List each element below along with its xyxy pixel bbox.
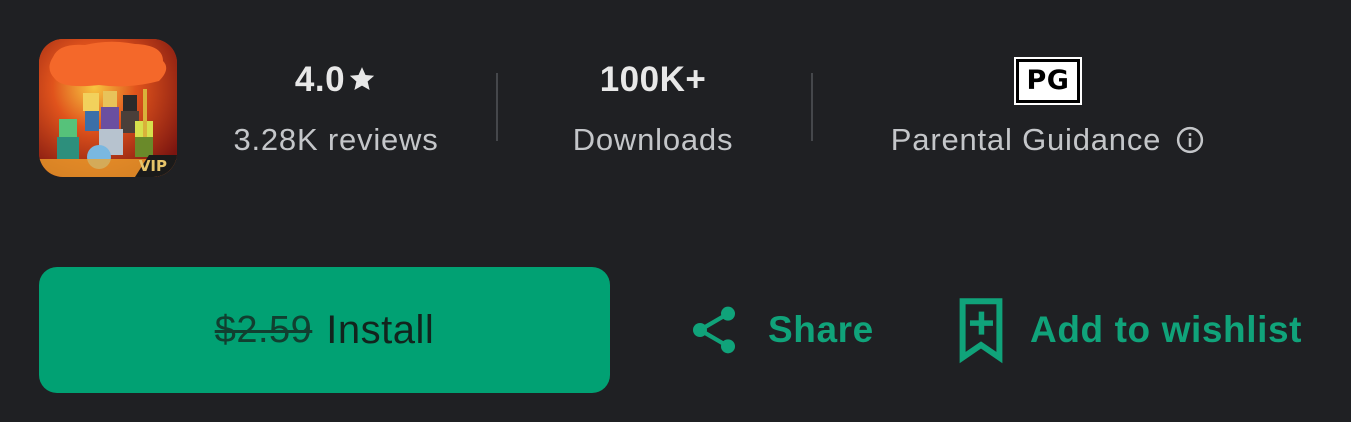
app-details-header: VIP 4.0 3.28K reviews 100K+ Downloads PG…	[0, 0, 1351, 422]
downloads-label: Downloads	[572, 122, 734, 157]
reviews-count: 3.28K reviews	[233, 122, 439, 157]
rating-value-row: 4.0	[205, 58, 467, 102]
app-icon: VIP	[39, 39, 177, 177]
info-icon[interactable]	[1175, 125, 1205, 155]
share-icon	[693, 306, 735, 354]
downloads-stat: 100K+ Downloads	[543, 58, 763, 168]
pg-rating-badge: PG	[1016, 59, 1080, 103]
add-to-wishlist-button[interactable]: Add to wishlist	[958, 296, 1302, 364]
content-rating-label-row: Parental Guidance	[860, 120, 1236, 160]
content-rating-label: Parental Guidance	[890, 122, 1162, 157]
install-label: Install	[326, 307, 435, 352]
vip-badge: VIP	[138, 157, 167, 175]
star-icon	[349, 67, 375, 90]
content-rating-stat[interactable]: PG Parental Guidance	[860, 58, 1236, 168]
bookmark-add-icon	[959, 298, 1003, 364]
wishlist-label: Add to wishlist	[1030, 309, 1303, 350]
content-rating-badge-row: PG	[860, 58, 1236, 103]
rating-stat[interactable]: 4.0 3.28K reviews	[205, 58, 467, 168]
share-button[interactable]: Share	[686, 296, 874, 364]
stat-divider	[496, 73, 498, 141]
install-button[interactable]: $2.59 Install	[39, 267, 610, 393]
original-price: $2.59	[214, 308, 313, 351]
rating-value: 4.0	[294, 60, 346, 99]
downloads-value: 100K+	[599, 60, 707, 99]
share-label: Share	[768, 309, 874, 350]
stat-divider	[811, 73, 813, 141]
